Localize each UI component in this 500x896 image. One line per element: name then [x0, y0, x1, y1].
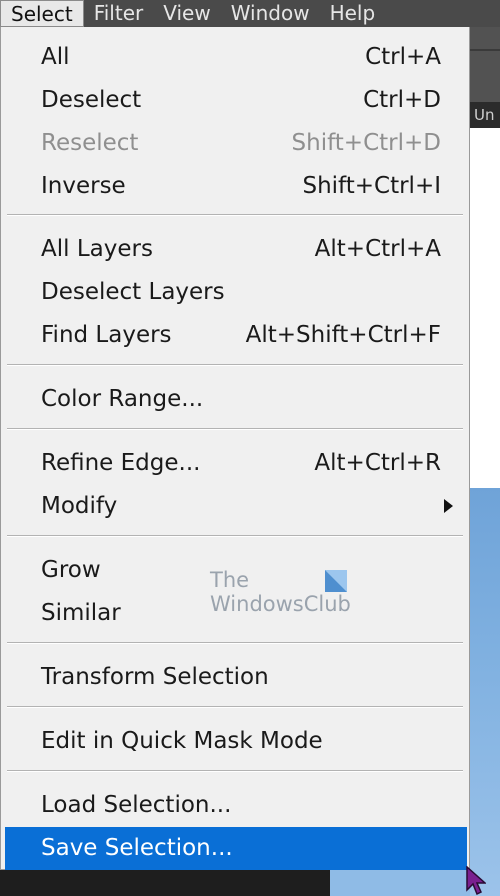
watermark-line2: WindowsClub — [210, 592, 351, 616]
menu-item-shortcut: Shift+Ctrl+I — [302, 173, 441, 199]
menu-separator — [7, 364, 463, 366]
menu-item-shortcut: Alt+Ctrl+A — [314, 236, 441, 262]
menu-item-label: All Layers — [41, 236, 153, 262]
canvas-image — [470, 488, 500, 896]
menu-item-shortcut: Shift+Ctrl+D — [291, 130, 441, 156]
menu-item-label: Edit in Quick Mask Mode — [41, 728, 323, 754]
menu-item-shortcut: Ctrl+A — [365, 44, 441, 70]
menu-bar: Select Filter View Window Help — [0, 0, 500, 27]
menu-item-deselect[interactable]: Deselect Ctrl+D — [5, 79, 465, 122]
menu-item-label: Grow — [41, 557, 101, 583]
menu-separator — [7, 770, 463, 772]
menu-item-all[interactable]: All Ctrl+A — [5, 36, 465, 79]
menu-item-color-range[interactable]: Color Range... — [5, 378, 465, 421]
menu-item-transform-selection[interactable]: Transform Selection — [5, 656, 465, 699]
menu-item-find-layers[interactable]: Find Layers Alt+Shift+Ctrl+F — [5, 314, 465, 357]
menu-item-refine-edge[interactable]: Refine Edge... Alt+Ctrl+R — [5, 442, 465, 485]
menu-item-shortcut: Alt+Ctrl+R — [314, 450, 441, 476]
menu-separator — [7, 214, 463, 216]
menu-item-shortcut: Ctrl+D — [363, 87, 441, 113]
options-toolbar — [470, 27, 500, 102]
menu-item-label: Color Range... — [41, 386, 204, 412]
watermark-line1: The — [210, 568, 250, 592]
menu-item-inverse[interactable]: Inverse Shift+Ctrl+I — [5, 165, 465, 208]
menu-item-all-layers[interactable]: All Layers Alt+Ctrl+A — [5, 228, 465, 271]
select-dropdown-menu: All Ctrl+A Deselect Ctrl+D Reselect Shif… — [0, 27, 470, 870]
submenu-arrow-icon — [444, 499, 453, 513]
menu-filter[interactable]: Filter — [84, 0, 154, 27]
menu-item-label: Inverse — [41, 173, 126, 199]
menu-item-label: Refine Edge... — [41, 450, 201, 476]
menu-separator — [7, 706, 463, 708]
menu-item-label: Deselect Layers — [41, 279, 225, 305]
menu-item-label: Modify — [41, 493, 118, 519]
menu-item-label: Similar — [41, 600, 121, 626]
menu-separator — [7, 428, 463, 430]
document-panel — [470, 128, 500, 488]
menu-item-label: Save Selection... — [41, 835, 233, 861]
menu-item-deselect-layers[interactable]: Deselect Layers — [5, 271, 465, 314]
watermark-logo-icon — [325, 570, 347, 592]
menu-item-label: Find Layers — [41, 322, 172, 348]
menu-item-label: Reselect — [41, 130, 139, 156]
menu-item-label: Transform Selection — [41, 664, 269, 690]
menu-separator — [7, 535, 463, 537]
menu-item-load-selection[interactable]: Load Selection... — [5, 784, 465, 827]
canvas-image-bottom — [330, 870, 470, 896]
menu-item-label: Deselect — [41, 87, 142, 113]
document-tab[interactable]: Un — [470, 102, 500, 128]
toolbar-divider — [470, 49, 500, 51]
menu-select[interactable]: Select — [0, 0, 84, 27]
menu-item-label: All — [41, 44, 70, 70]
menu-item-shortcut: Alt+Shift+Ctrl+F — [245, 322, 441, 348]
menu-item-label: Load Selection... — [41, 792, 232, 818]
menu-item-save-selection[interactable]: Save Selection... — [5, 827, 467, 870]
menu-item-reselect: Reselect Shift+Ctrl+D — [5, 122, 465, 165]
mouse-cursor-icon — [466, 866, 486, 896]
menu-window[interactable]: Window — [221, 0, 320, 27]
menu-item-modify[interactable]: Modify — [5, 485, 465, 528]
menu-view[interactable]: View — [153, 0, 220, 27]
menu-help[interactable]: Help — [320, 0, 386, 27]
menu-item-quick-mask[interactable]: Edit in Quick Mask Mode — [5, 720, 465, 763]
menu-separator — [7, 642, 463, 644]
